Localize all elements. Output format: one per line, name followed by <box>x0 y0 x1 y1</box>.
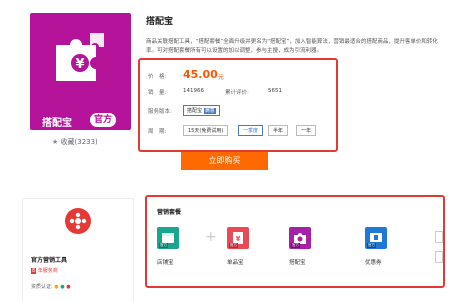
product-card-name: 搭配宝 <box>42 118 72 129</box>
package-item-tag: 官方 <box>291 243 300 248</box>
service-years-number: 8 <box>31 268 37 274</box>
favorite-count: 收藏(3233) <box>60 138 98 146</box>
version-label: 服务版本: <box>148 109 172 115</box>
price-label: 价 格: <box>148 74 167 80</box>
shop-logo <box>65 208 91 234</box>
price-unit: 元 <box>218 74 225 81</box>
package-item-tag: 官方 <box>367 243 376 248</box>
rating-value: 5651 <box>268 88 282 94</box>
plus-icon: + <box>205 229 217 245</box>
version-option[interactable]: 搭配宝 满意 <box>183 105 220 116</box>
package-panel: 营销套餐 官方 店铺宝 + ¥ 官方 单品宝 官方 搭配宝 官方 优惠券 <box>145 195 445 288</box>
verify-shield-icon: ● <box>60 284 65 290</box>
package-item-youhuiquan[interactable]: 官方 优惠券 <box>365 227 405 266</box>
single-item-tool-icon: ¥ 官方 <box>227 227 249 249</box>
verify-badge-icon: ● <box>54 284 59 290</box>
star-icon: ★ <box>52 138 59 146</box>
period-quarter-option[interactable]: 一季度 <box>238 125 264 136</box>
scroll-down-button[interactable] <box>435 251 443 263</box>
official-badge: 官方 <box>90 113 117 127</box>
rating-label: 累计评价: <box>225 90 249 96</box>
period-halfyear-option[interactable]: 半年 <box>268 125 289 136</box>
sales-value: 141966 <box>183 88 204 94</box>
shop-name: 官方营销工具 <box>31 257 68 264</box>
product-title: 搭配宝 <box>146 17 174 27</box>
period-year-option[interactable]: 一年 <box>296 125 317 136</box>
package-item-label: 搭配宝 <box>289 260 306 266</box>
package-title: 营销套餐 <box>157 209 182 216</box>
scroll-up-button[interactable] <box>435 231 443 243</box>
version-option-label: 搭配宝 <box>187 108 203 114</box>
package-item-dianpubao[interactable]: 官方 店铺宝 <box>157 227 197 266</box>
package-item-dapeibao[interactable]: 官方 搭配宝 <box>289 227 329 266</box>
package-item-tag: 官方 <box>159 243 168 248</box>
verify-seal-icon: ● <box>66 284 71 290</box>
package-item-danpinbao[interactable]: ¥ 官方 单品宝 <box>227 227 267 266</box>
svg-text:¥: ¥ <box>236 235 241 243</box>
version-badge: 满意 <box>203 108 216 114</box>
service-years: 8 年服务商 <box>31 267 58 274</box>
favorite-button[interactable]: ★ 收藏(3233) <box>52 137 98 147</box>
verify-label: 资质认证: <box>31 284 53 290</box>
shop-panel: 官方营销工具 8 年服务商 资质认证: ● ● ● <box>22 198 134 301</box>
package-item-label: 优惠券 <box>365 260 382 266</box>
puzzle-icon: ¥ <box>56 33 104 81</box>
service-years-text: 年服务商 <box>37 268 58 274</box>
buy-now-button[interactable]: 立即购买 <box>181 152 268 170</box>
coupon-tool-icon: 官方 <box>365 227 387 249</box>
package-item-label: 单品宝 <box>227 260 244 266</box>
product-logo-card: ¥ 搭配宝 官方 <box>30 13 131 130</box>
package-item-tag: 官方 <box>229 243 238 248</box>
puzzle-tool-icon: 官方 <box>289 227 311 249</box>
package-item-label: 店铺宝 <box>157 260 174 266</box>
period-label: 周 期: <box>148 129 167 135</box>
svg-text:¥: ¥ <box>75 57 84 72</box>
product-description: 商品关联搭配工具，“搭配套餐”全面升级并更名为“搭配宝”，加入智能算法，营销最适… <box>146 39 438 54</box>
price-value: 45.00 <box>183 68 218 81</box>
verify-row: 资质认证: ● ● ● <box>31 283 71 290</box>
period-trial-option[interactable]: 15天(免费试用) <box>183 125 229 136</box>
pricing-panel: 价 格: 45.00 元 销 量: 141966 累计评价: 5651 服务版本… <box>138 58 338 152</box>
shop-tool-icon: 官方 <box>157 227 179 249</box>
sales-label: 销 量: <box>148 90 167 96</box>
flower-icon <box>69 212 87 230</box>
